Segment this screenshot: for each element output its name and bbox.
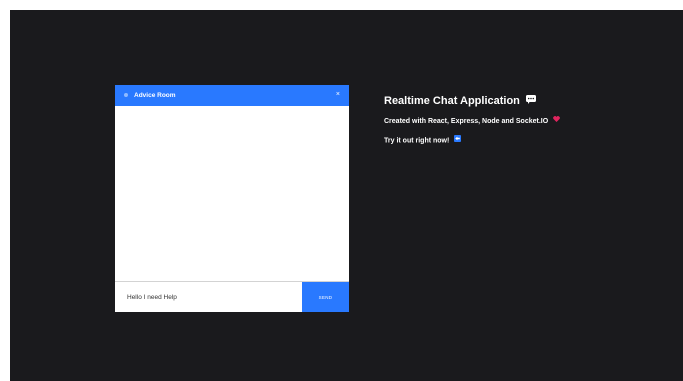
send-button[interactable]: SEND bbox=[302, 282, 349, 312]
heart-icon bbox=[553, 116, 560, 126]
subtitle-line: Created with React, Express, Node and So… bbox=[384, 116, 560, 127]
message-input[interactable] bbox=[115, 282, 302, 312]
left-arrow-icon bbox=[454, 134, 462, 146]
cta-text: Try it out right now! bbox=[384, 137, 450, 145]
online-status-icon bbox=[124, 93, 128, 97]
info-panel: Realtime Chat Application Created with R… bbox=[384, 94, 560, 154]
speech-balloon-icon bbox=[525, 94, 536, 108]
messages-area[interactable] bbox=[115, 106, 349, 281]
page-title: Realtime Chat Application bbox=[384, 94, 560, 108]
subtitle-text: Created with React, Express, Node and So… bbox=[384, 117, 549, 125]
chat-header: Advice Room × bbox=[115, 85, 349, 106]
close-button[interactable]: × bbox=[336, 90, 340, 100]
cta-line: Try it out right now! bbox=[384, 134, 560, 146]
room-name: Advice Room bbox=[134, 92, 176, 99]
message-form: SEND bbox=[115, 281, 349, 312]
app-background: Advice Room × SEND Realtime Chat Applica… bbox=[10, 10, 683, 381]
chat-window: Advice Room × SEND bbox=[115, 85, 349, 312]
page-title-text: Realtime Chat Application bbox=[384, 95, 520, 107]
